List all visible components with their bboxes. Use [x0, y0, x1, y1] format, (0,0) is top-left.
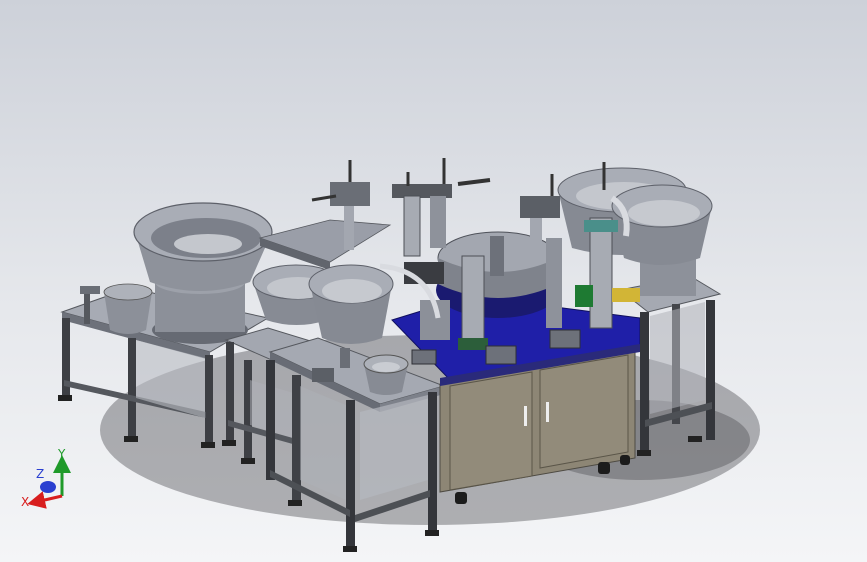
cabinet-caster [455, 492, 467, 504]
front-table-foot [288, 500, 302, 506]
left-table-leg [128, 338, 136, 438]
left-table-leg [205, 355, 213, 445]
right-front-bowl-inner [628, 200, 700, 226]
dial-center-column [490, 236, 504, 276]
left-table-foot [124, 436, 138, 442]
cabinet-handle-left[interactable] [524, 406, 527, 426]
right-table-foot [688, 436, 702, 442]
cad-viewport[interactable]: Y Z X [0, 0, 867, 562]
middle-table-foot [222, 440, 236, 446]
coordinate-triad: Y Z X [21, 447, 71, 509]
small-cup-rim [103, 283, 153, 301]
front-table-leg [346, 400, 355, 548]
front-table-foot [343, 546, 357, 552]
right-front-bowl[interactable] [611, 184, 713, 296]
right-table-panel [650, 302, 705, 414]
front-bowl-small-inner [372, 362, 400, 372]
front-bowl-small[interactable] [363, 354, 409, 395]
cabinet-caster [598, 462, 610, 474]
assembly-model[interactable] [0, 0, 867, 562]
x-axis-arrow [27, 491, 63, 509]
back-table-top [258, 219, 392, 263]
triad-z-label: Z [36, 467, 44, 481]
cabinet-handle-right[interactable] [546, 402, 549, 422]
front-table-leg [428, 392, 437, 532]
left-table-foot [201, 442, 215, 448]
front-bowl-large-inner [322, 279, 382, 303]
cabinet-caster [620, 455, 630, 465]
cabinet-door-left [449, 371, 533, 491]
back-table[interactable] [258, 219, 392, 270]
right-table-foot [637, 450, 651, 456]
z-axis-cone [40, 481, 56, 493]
front-table-side [300, 386, 346, 500]
front-table-foot [425, 530, 439, 536]
small-cup-bracket [80, 286, 100, 294]
right-table-leg [640, 312, 649, 452]
cabinet-door-right [539, 354, 629, 469]
middle-table-foot [241, 458, 255, 464]
front-table-leg [266, 360, 275, 480]
triad-y-label: Y [57, 447, 66, 461]
right-table-leg [706, 300, 715, 440]
front-bowl-large[interactable] [308, 264, 394, 344]
triad-x-label: X [21, 495, 29, 509]
left-bowl-floor [174, 234, 242, 254]
left-table-foot [58, 395, 72, 401]
